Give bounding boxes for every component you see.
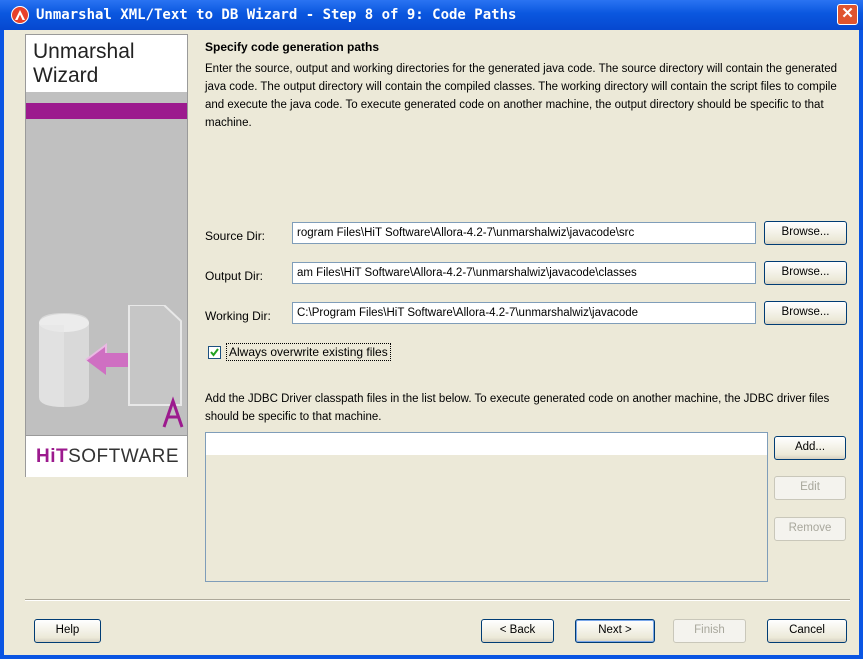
source-dir-label: Source Dir: [205, 229, 266, 243]
working-dir-input[interactable]: C:\Program Files\HiT Software\Allora-4.2… [292, 302, 756, 324]
check-icon [210, 348, 219, 357]
footer-separator [25, 599, 850, 601]
source-browse-button[interactable]: Browse... [764, 221, 847, 245]
help-button[interactable]: Help [34, 619, 101, 643]
logo-prefix: HiT [36, 446, 69, 467]
list-item[interactable] [206, 433, 767, 455]
next-button[interactable]: Next > [575, 619, 655, 643]
back-button[interactable]: < Back [481, 619, 554, 643]
edit-button[interactable]: Edit [774, 476, 846, 500]
close-icon: ✕ [841, 5, 854, 22]
window-title: Unmarshal XML/Text to DB Wizard - Step 8… [36, 7, 517, 23]
sidebar-title: Unmarshal Wizard [26, 35, 187, 92]
output-dir-label: Output Dir: [205, 269, 264, 283]
jdbc-description: Add the JDBC Driver classpath files in t… [205, 393, 830, 423]
sidebar-title-line2: Wizard [33, 64, 99, 87]
output-dir-input[interactable]: am Files\HiT Software\Allora-4.2-7\unmar… [292, 262, 756, 284]
database-import-graphic [26, 304, 187, 430]
working-browse-button[interactable]: Browse... [764, 301, 847, 325]
finish-button[interactable]: Finish [673, 619, 746, 643]
source-dir-input[interactable]: rogram Files\HiT Software\Allora-4.2-7\u… [292, 222, 756, 244]
cancel-button[interactable]: Cancel [767, 619, 847, 643]
output-browse-button[interactable]: Browse... [764, 261, 847, 285]
close-button[interactable]: ✕ [837, 4, 858, 25]
hit-software-logo: HiTSOFTWARE [26, 435, 187, 477]
logo-suffix: SOFTWARE [68, 446, 180, 467]
accent-bar [26, 103, 187, 119]
add-button[interactable]: Add... [774, 436, 846, 460]
sidebar-title-line1: Unmarshal [33, 40, 135, 63]
wizard-window: Unmarshal XML/Text to DB Wizard - Step 8… [0, 0, 863, 659]
page-heading: Specify code generation paths [205, 40, 380, 54]
remove-button[interactable]: Remove [774, 517, 846, 541]
working-dir-label: Working Dir: [205, 309, 271, 323]
overwrite-label[interactable]: Always overwrite existing files [226, 343, 391, 361]
jdbc-classpath-list[interactable] [205, 432, 768, 582]
page-description: Enter the source, output and working dir… [205, 63, 838, 129]
title-bar[interactable]: Unmarshal XML/Text to DB Wizard - Step 8… [0, 0, 863, 30]
app-icon [11, 6, 29, 24]
overwrite-checkbox[interactable] [208, 346, 221, 359]
wizard-sidebar: Unmarshal Wizard HiTSOFTWARE [25, 34, 188, 477]
